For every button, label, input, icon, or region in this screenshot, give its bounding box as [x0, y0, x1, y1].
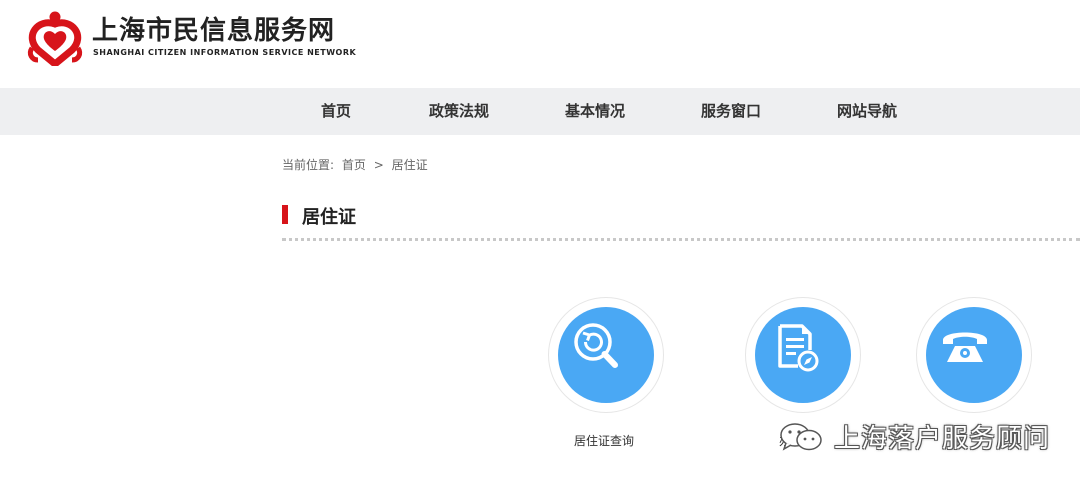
breadcrumb-home-link[interactable]: 首页 [342, 158, 366, 172]
watermark-text: 上海落户服务顾问 [834, 424, 1051, 454]
site-header: 上海市民信息服务网 SHANGHAI CITIZEN INFORMATION S… [0, 0, 1080, 88]
nav-item-site-map[interactable]: 网站导航 [837, 88, 897, 135]
telephone-icon [943, 332, 987, 362]
nav-item-service-window[interactable]: 服务窗口 [701, 88, 761, 135]
service-hotline-button[interactable] [916, 297, 1032, 413]
site-name-en: SHANGHAI CITIZEN INFORMATION SERVICE NET… [93, 48, 357, 57]
site-name-cn: 上海市民信息服务网 [92, 16, 336, 46]
service-label-query[interactable]: 居住证查询 [574, 432, 634, 449]
wechat-icon [780, 423, 822, 451]
service-guide-button[interactable] [745, 297, 861, 413]
breadcrumb: 当前位置: 首页 > 居住证 [282, 156, 432, 173]
main-nav: 首页 政策法规 基本情况 服务窗口 网站导航 [0, 88, 1080, 135]
heart-people-logo-icon[interactable] [26, 10, 84, 66]
dotted-divider [282, 238, 1080, 241]
nav-item-basic-info[interactable]: 基本情况 [565, 88, 625, 135]
search-refresh-icon [574, 323, 618, 368]
document-compass-icon [778, 324, 819, 372]
nav-item-home[interactable]: 首页 [321, 88, 351, 135]
page-title: 居住证 [302, 207, 356, 228]
nav-item-policy[interactable]: 政策法规 [429, 88, 489, 135]
service-residence-permit-query-button[interactable] [548, 297, 664, 413]
breadcrumb-current: 居住证 [391, 158, 428, 172]
breadcrumb-prefix: 当前位置: [282, 158, 335, 172]
title-accent-bar [282, 205, 288, 224]
breadcrumb-separator: > [373, 158, 384, 172]
